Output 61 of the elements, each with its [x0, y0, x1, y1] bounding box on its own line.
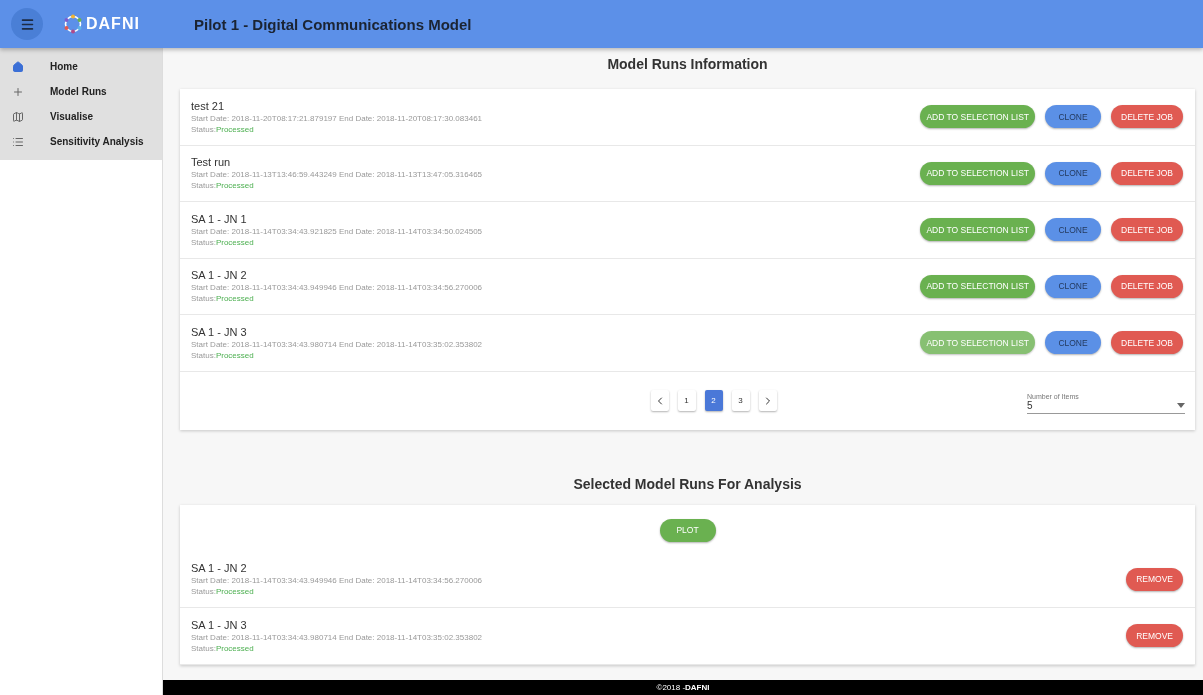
run-status: Status:Processed — [191, 237, 255, 247]
map-icon — [12, 110, 24, 123]
add-to-list-button[interactable]: ADD TO SELECTION LIST — [920, 105, 1036, 129]
page-button[interactable]: 3 — [731, 390, 750, 411]
run-name: Test run — [191, 156, 232, 169]
run-dates: Start Date: 2018-11-14T03:34:43.949946 End Date: 2018-11-14T03:34:56.270006 — [191, 576, 484, 586]
next-page-button[interactable] — [758, 390, 777, 411]
delete-button[interactable]: DELETE JOB — [1111, 274, 1183, 298]
run-name: test 21 — [191, 99, 226, 112]
run-dates: Start Date: 2018-11-20T08:17:21.879197 End Date: 2018-11-20T08:17:30.083461 — [191, 113, 484, 123]
sidebar-item[interactable]: Visualise — [0, 104, 162, 129]
plus-icon — [12, 85, 24, 98]
run-name: SA 1 - JN 3 — [191, 325, 248, 338]
add-to-list-button[interactable]: ADD TO SELECTION LIST — [920, 331, 1036, 355]
run-dates: Start Date: 2018-11-14T03:34:43.980714 End Date: 2018-11-14T03:35:02.353802 — [191, 632, 484, 642]
logo-text: DAFNI — [86, 15, 140, 33]
run-status: Status:Processed — [191, 350, 255, 360]
page-title: Pilot 1 - Digital Communications Model — [194, 15, 472, 33]
logo-icon — [63, 14, 83, 34]
run-status: Status:Processed — [191, 643, 255, 653]
add-to-list-button[interactable]: ADD TO SELECTION LIST — [920, 161, 1036, 185]
run-name: SA 1 - JN 1 — [191, 212, 248, 225]
delete-button[interactable]: DELETE JOB — [1111, 218, 1183, 242]
clone-button[interactable]: CLONE — [1045, 105, 1102, 129]
run-name: SA 1 - JN 2 — [191, 562, 248, 575]
section-heading: Model Runs Information — [606, 55, 769, 74]
previous-page-button[interactable] — [650, 390, 669, 411]
run-dates: Start Date: 2018-11-13T13:46:59.443249 End Date: 2018-11-13T13:47:05.316465 — [191, 170, 484, 180]
sidebar-item[interactable]: Model Runs — [0, 79, 162, 104]
sidebar-item[interactable]: Home — [0, 54, 162, 79]
clone-button[interactable]: CLONE — [1045, 274, 1102, 298]
clone-button[interactable]: CLONE — [1045, 331, 1102, 355]
home-icon — [12, 60, 24, 73]
menu-button[interactable] — [11, 8, 43, 40]
run-dates: Start Date: 2018-11-14T03:34:43.949946 End Date: 2018-11-14T03:34:56.270006 — [191, 283, 484, 293]
run-name: SA 1 - JN 2 — [191, 269, 248, 282]
dropdown-caret-icon — [1177, 403, 1185, 408]
run-status: Status:Processed — [191, 587, 255, 597]
run-status: Status:Processed — [191, 181, 255, 191]
menu-icon — [19, 16, 35, 32]
add-to-list-button[interactable]: ADD TO SELECTION LIST — [920, 274, 1036, 298]
remove-button[interactable]: REMOVE — [1126, 624, 1183, 648]
section-heading: Selected Model Runs For Analysis — [572, 474, 803, 494]
plot-button[interactable]: PLOT — [659, 518, 716, 542]
run-status: Status:Processed — [191, 294, 255, 304]
delete-button[interactable]: DELETE JOB — [1111, 161, 1183, 185]
sidebar-item[interactable]: Sensitivity Analysis — [0, 129, 162, 154]
delete-button[interactable]: DELETE JOB — [1111, 331, 1183, 355]
list-icon — [12, 135, 24, 148]
add-to-list-button[interactable]: ADD TO SELECTION LIST — [920, 218, 1036, 242]
remove-button[interactable]: REMOVE — [1126, 567, 1183, 591]
delete-button[interactable]: DELETE JOB — [1111, 105, 1183, 129]
clone-button[interactable]: CLONE — [1045, 218, 1102, 242]
page-button[interactable]: 1 — [677, 390, 696, 411]
clone-button[interactable]: CLONE — [1045, 161, 1102, 185]
copyright-text: ©2018 -DAFNI — [656, 683, 710, 692]
page-button[interactable]: 2 — [704, 390, 723, 411]
run-name: SA 1 - JN 3 — [191, 618, 248, 631]
run-dates: Start Date: 2018-11-14T03:34:43.980714 End Date: 2018-11-14T03:35:02.353802 — [191, 339, 484, 349]
run-status: Status:Processed — [191, 124, 255, 134]
run-dates: Start Date: 2018-11-14T03:34:43.921825 End Date: 2018-11-14T03:34:50.024505 — [191, 226, 484, 236]
